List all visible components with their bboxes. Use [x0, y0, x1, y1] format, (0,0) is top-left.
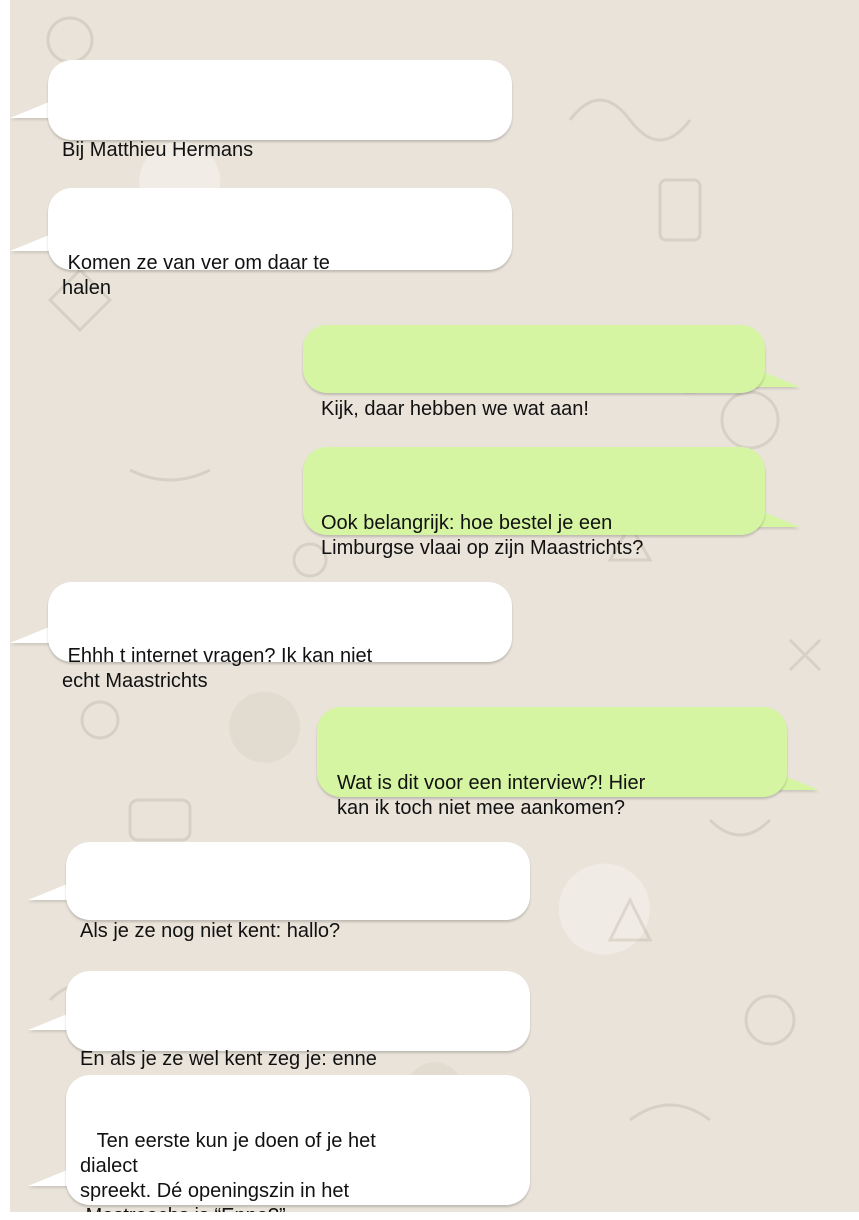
message-text: Ook belangrijk: hoe bestel je een Limbur…	[321, 512, 644, 559]
message-text: Wat is dit voor een interview?! Hier kan…	[337, 772, 646, 819]
message-bubble-outgoing[interactable]: Wat is dit voor een interview?! Hier kan…	[317, 707, 787, 819]
message-text: Ehhh t internet vragen? Ik kan niet echt…	[62, 645, 373, 692]
message-bubble-incoming[interactable]: Komen ze van ver om daar te halen	[48, 188, 512, 299]
message-text: Als je ze nog niet kent: hallo?	[80, 920, 341, 942]
message-bubble-outgoing[interactable]: Ook belangrijk: hoe bestel je een Limbur…	[303, 447, 765, 559]
message-text: Komen ze van ver om daar te halen	[62, 252, 330, 299]
message-bubble-incoming[interactable]: En als je ze wel kent zeg je: enne	[66, 971, 530, 1070]
message-text: Kijk, daar hebben we wat aan!	[321, 398, 589, 420]
message-bubble-incoming[interactable]: Ehhh t internet vragen? Ik kan niet echt…	[48, 582, 512, 692]
message-text: Ten eerste kun je doen of je het dialect…	[80, 1130, 376, 1212]
message-bubble-incoming[interactable]: Ten eerste kun je doen of je het dialect…	[66, 1075, 530, 1212]
message-text: Bij Matthieu Hermans	[62, 139, 254, 161]
message-bubble-incoming[interactable]: Als je ze nog niet kent: hallo?	[66, 842, 530, 942]
message-bubble-incoming[interactable]: Bij Matthieu Hermans	[48, 60, 512, 161]
chat-conversation: Bij Matthieu Hermans Komen ze van ver om…	[10, 0, 859, 1212]
message-bubble-outgoing[interactable]: Kijk, daar hebben we wat aan!	[303, 325, 765, 420]
message-text: En als je ze wel kent zeg je: enne	[80, 1048, 377, 1070]
